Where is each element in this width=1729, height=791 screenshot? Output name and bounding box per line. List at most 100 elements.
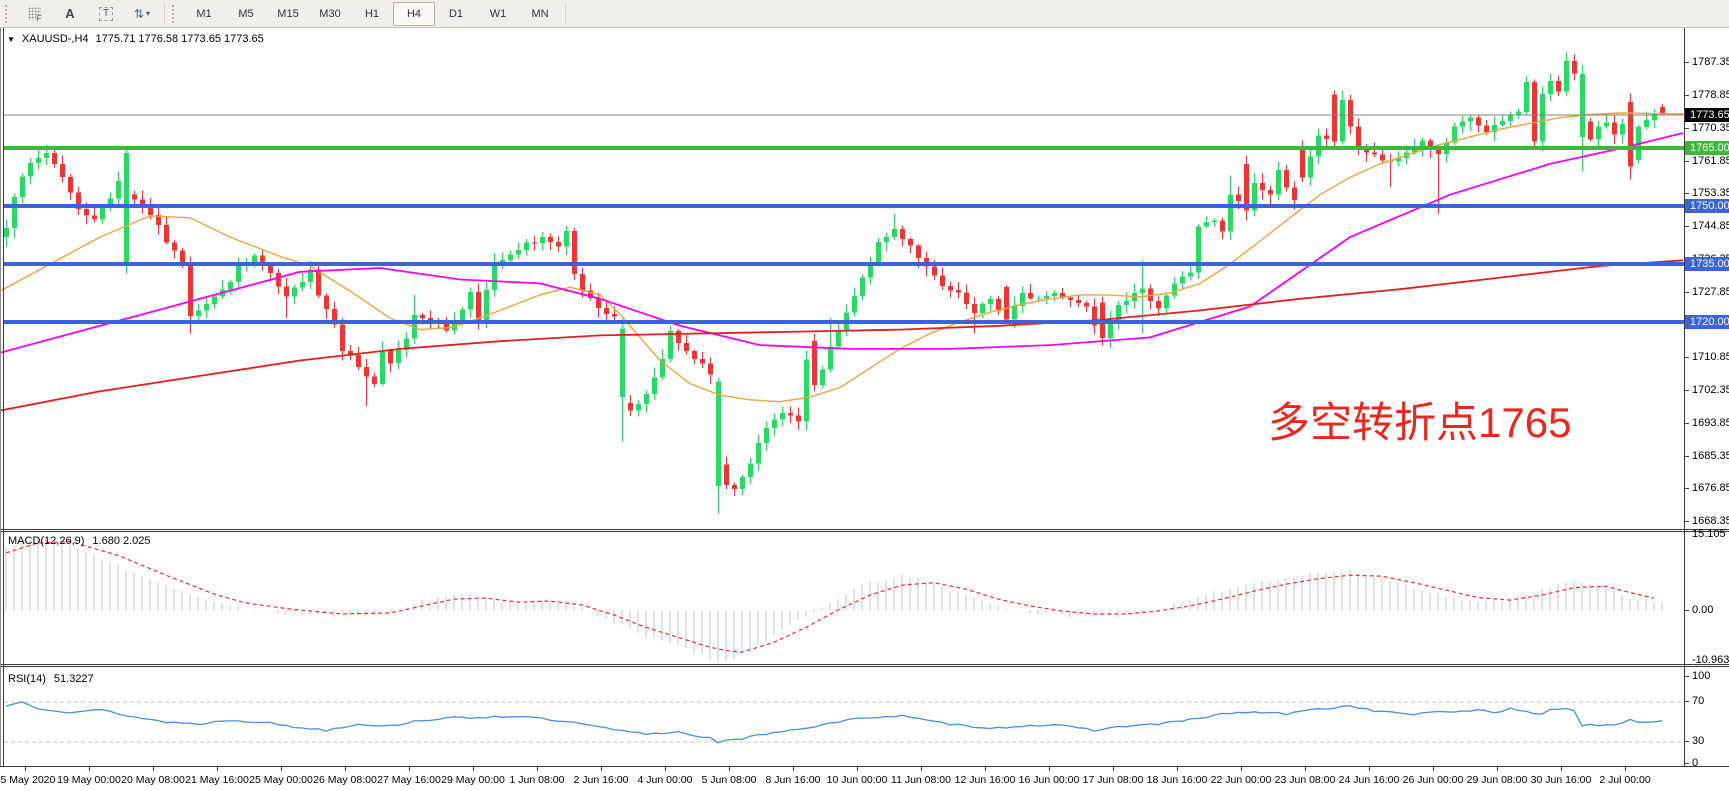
axis-tick-mark (1685, 521, 1689, 522)
chart-symbol-title[interactable]: ▼ XAUUSD-,H4 1775.71 1776.58 1773.65 177… (7, 33, 264, 45)
time-tick-mark (473, 767, 474, 771)
axis-tick-mark (1685, 390, 1689, 391)
price-tick-label: 1744.85 (1692, 220, 1729, 233)
time-tick-mark (921, 767, 922, 771)
price-tick-label: 1710.85 (1692, 351, 1729, 364)
time-label: 22 Jun 00:00 (1211, 774, 1272, 786)
time-label: 11 Jun 08:00 (891, 774, 951, 786)
time-label: 18 Jun 16:00 (1147, 774, 1208, 786)
price-tick-label: 1778.85 (1692, 89, 1729, 102)
time-tick-mark (985, 767, 986, 771)
macd-pane[interactable] (0, 532, 1684, 663)
time-tick-mark (1113, 767, 1114, 771)
time-tick-mark (601, 767, 602, 771)
time-label: 19 May 00:00 (57, 774, 121, 786)
time-label: 20 May 08:00 (121, 774, 185, 786)
axis-tick-mark (1685, 95, 1689, 96)
tf-button-M5[interactable]: M5 (225, 2, 267, 26)
price-badge-1735.00: 1735.00 (1685, 257, 1729, 271)
time-tick-mark (1177, 767, 1178, 771)
time-tick-mark (665, 767, 666, 771)
time-tick-mark (281, 767, 282, 771)
price-tick-label: 1676.85 (1692, 482, 1729, 495)
time-tick-mark (217, 767, 218, 771)
arrows-icon: ⇅ (134, 7, 144, 21)
tf-button-M30[interactable]: M30 (309, 2, 351, 26)
axis-tick-mark (1685, 226, 1689, 227)
text-label-tool-button[interactable]: T (88, 2, 124, 26)
chart-annotation: 多空转折点1765 (1268, 400, 1571, 446)
macd-max-label: 15.105 (1692, 528, 1726, 541)
time-label: 29 May 00:00 (441, 774, 505, 786)
time-axis[interactable]: 15 May 202019 May 00:0020 May 08:0021 Ma… (0, 766, 1729, 791)
time-label: 26 Jun 00:00 (1403, 774, 1464, 786)
price-badge-1773.65: 1773.65 (1685, 108, 1729, 122)
pane-divider[interactable] (0, 529, 1729, 530)
time-label: 5 Jun 08:00 (702, 774, 757, 786)
pane-divider[interactable] (0, 531, 1729, 532)
mt4-window: FA T ⇅▾ M1M5M15M30H1H4D1W1MN ▼ XAUUSD-,H4 … (0, 0, 1729, 791)
time-label: 23 Jun 08:00 (1275, 774, 1336, 786)
time-tick-mark (1305, 767, 1306, 771)
axis-tick-mark (1685, 292, 1689, 293)
price-badge-1750.00: 1750.00 (1685, 199, 1729, 213)
macd-histogram (6, 537, 1662, 663)
time-label: 2 Jun 16:00 (574, 774, 629, 786)
time-tick-mark (793, 767, 794, 771)
axis-tick-mark (1685, 741, 1689, 742)
time-label: 2 Jul 00:00 (1599, 774, 1650, 786)
time-label: 15 May 2020 (0, 774, 55, 786)
tf-button-MN[interactable]: MN (519, 2, 561, 26)
time-label: 21 May 16:00 (185, 774, 249, 786)
text-label-icon: T (99, 7, 113, 21)
axis-tick-mark (1685, 357, 1689, 358)
rsi-indicator-label: RSI(14) 51.3227 (8, 673, 94, 685)
time-tick-mark (537, 767, 538, 771)
time-tick-mark (1369, 767, 1370, 771)
letter-a-icon: A (65, 6, 74, 21)
timeframe-toolbar: M1M5M15M30H1H4D1W1MN (183, 2, 561, 26)
horizontal-lines[interactable] (4, 115, 1684, 322)
pane-divider[interactable] (0, 664, 1729, 665)
pane-divider[interactable] (0, 666, 1729, 667)
tf-button-H1[interactable]: H1 (351, 2, 393, 26)
price-axis[interactable]: 1787.351778.851770.351761.851753.351744.… (1685, 28, 1729, 766)
axis-tick-mark (1685, 423, 1689, 424)
symbol-period-label: XAUUSD-,H4 (22, 33, 89, 45)
tf-button-H4[interactable]: H4 (393, 2, 435, 26)
macd-signal-line (6, 542, 1654, 653)
rsi-tick-label: 30 (1692, 735, 1704, 748)
tf-button-M1[interactable]: M1 (183, 2, 225, 26)
price-tick-label: 1787.35 (1692, 56, 1729, 69)
toolbar-grip[interactable] (5, 5, 11, 23)
time-tick-mark (857, 767, 858, 771)
arrange-tool-button[interactable]: ⇅▾ (124, 2, 160, 26)
tf-button-M15[interactable]: M15 (267, 2, 309, 26)
price-badge-1765.00: 1765.00 (1685, 141, 1729, 155)
chart-window: ▼ XAUUSD-,H4 1775.71 1776.58 1773.65 177… (0, 28, 1729, 791)
price-tick-label: 1693.85 (1692, 417, 1729, 430)
rsi-name: RSI(14) (8, 673, 46, 685)
time-label: 8 Jun 16:00 (766, 774, 821, 786)
collapse-triangle-icon[interactable]: ▼ (7, 35, 15, 44)
font-tool-button[interactable]: A (52, 2, 88, 26)
timeframe-toolbar-grip[interactable] (172, 5, 178, 23)
indicator-grid-tool-button[interactable]: F (16, 2, 52, 26)
macd-indicator-label: MACD(12,26,9) 1.680 2.025 (8, 535, 151, 547)
tf-button-W1[interactable]: W1 (477, 2, 519, 26)
rsi-tick-label: 70 (1692, 695, 1704, 708)
axis-tick-mark (1685, 128, 1689, 129)
time-tick-mark (153, 767, 154, 771)
axis-tick-mark (1685, 676, 1689, 677)
time-label: 17 Jun 08:00 (1083, 774, 1144, 786)
main-price-pane[interactable] (0, 28, 1684, 529)
time-label: 12 Jun 16:00 (955, 774, 1016, 786)
price-tick-label: 0.00 (1692, 604, 1713, 617)
axis-tick-mark (1685, 456, 1689, 457)
price-tick-label: 1727.85 (1692, 286, 1729, 299)
price-tick-label: 1685.35 (1692, 450, 1729, 463)
tf-button-D1[interactable]: D1 (435, 2, 477, 26)
axis-tick-mark (1685, 763, 1689, 764)
rsi-pane[interactable] (0, 667, 1684, 765)
macd-name: MACD(12,26,9) (8, 535, 84, 547)
